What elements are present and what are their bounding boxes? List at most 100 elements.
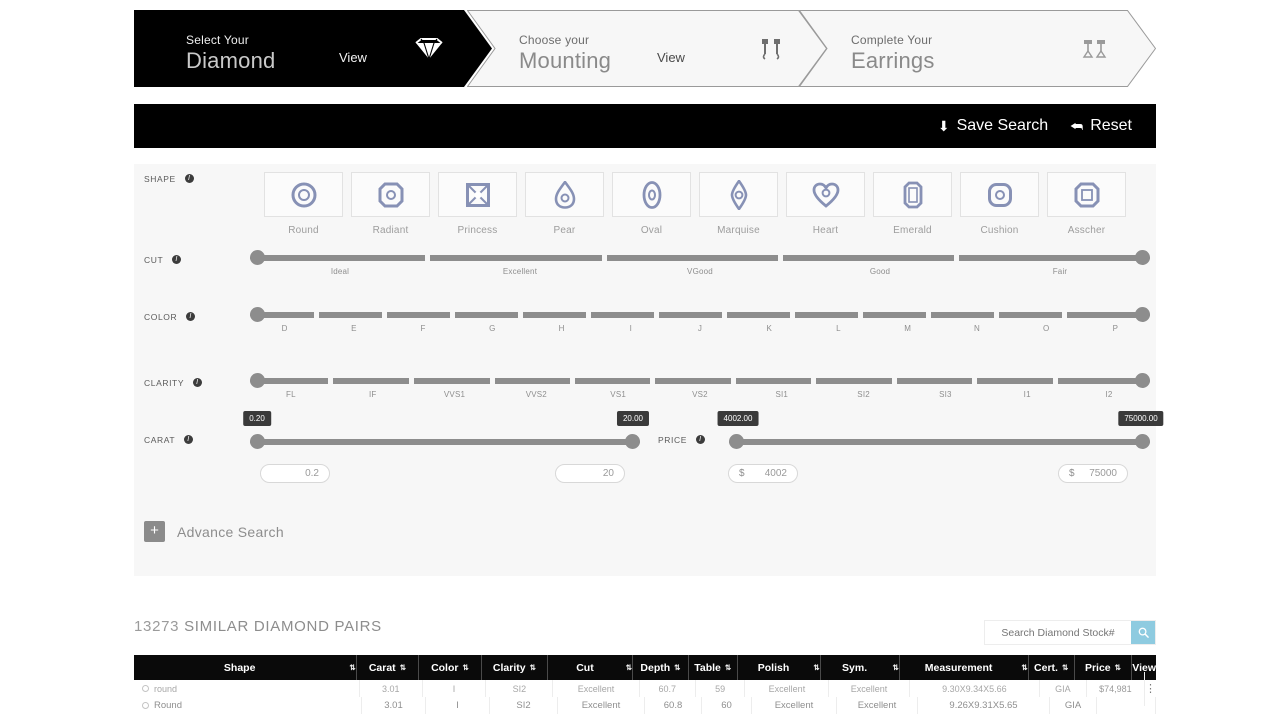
clarity-slider-max-handle[interactable] (1135, 373, 1150, 388)
step-1-title: Diamond (186, 47, 276, 73)
row-select-radio[interactable] (142, 702, 149, 709)
carat-slider-max-handle[interactable] (625, 434, 640, 449)
cut-slider-max-handle[interactable] (1135, 250, 1150, 265)
table-row[interactable]: Round 3.01 I SI2 Excellent 60.8 60 Excel… (134, 697, 1156, 714)
price-slider[interactable]: 4002.00 75000.00 (717, 411, 1164, 449)
step-select-diamond[interactable]: Select Your Diamond View (134, 10, 492, 87)
clarity-tick: SI2 (857, 390, 870, 399)
price-min-input[interactable]: $ 4002 (728, 464, 798, 483)
carat-min-bubble: 0.20 (243, 411, 271, 426)
sort-icon: ⇅ (349, 663, 356, 672)
clarity-tick: I2 (1105, 390, 1113, 399)
clarity-slider[interactable]: FL IF VVS1 VVS2 VS1 VS2 SI1 SI2 SI3 I1 I… (250, 373, 1150, 399)
shape-box (873, 172, 952, 217)
shape-option-pear[interactable]: Pear (525, 172, 604, 236)
sort-icon: ⇅ (724, 663, 732, 672)
color-tick: O (1042, 324, 1050, 333)
color-slider-max-handle[interactable] (1135, 307, 1150, 322)
column-header-measurement[interactable]: Measurement ⇅ (900, 655, 1029, 680)
results-title-text: SIMILAR DIAMOND PAIRS (184, 618, 382, 635)
clarity-slider-ticks: FL IF VVS1 VVS2 VS1 VS2 SI1 SI2 SI3 I1 I… (250, 390, 1150, 399)
color-tick: L (836, 324, 841, 333)
shape-box (438, 172, 517, 217)
price-max-input[interactable]: $ 75000 (1058, 464, 1128, 483)
shape-label: Oval (640, 225, 663, 236)
shape-box (1047, 172, 1126, 217)
row-select-radio[interactable] (142, 685, 149, 692)
shape-label: Princess (457, 225, 498, 236)
column-header-shape[interactable]: Shape ⇅ (134, 655, 357, 680)
shape-option-emerald[interactable]: Emerald (873, 172, 952, 236)
column-header-carat[interactable]: Carat ⇅ (357, 655, 420, 680)
carat-info-icon[interactable] (184, 434, 193, 445)
carat-slider[interactable]: 0.20 20.00 (243, 411, 650, 449)
column-header-color[interactable]: Color ⇅ (419, 655, 482, 680)
search-toolbar: ⬇ Save Search ⮪ Reset (134, 104, 1156, 148)
cut-slider-min-handle[interactable] (250, 250, 265, 265)
price-max-value: 75000 (1089, 468, 1117, 479)
cell-cut: Excellent (553, 680, 640, 697)
price-min-bubble: 4002.00 (717, 411, 759, 426)
cell-cut: Excellent (558, 697, 645, 714)
cut-info-icon[interactable] (172, 254, 182, 265)
step-choose-mounting[interactable]: Choose your Mounting View (467, 10, 827, 87)
column-header-depth[interactable]: Depth ⇅ (633, 655, 689, 680)
column-header-sym[interactable]: Sym. ⇅ (821, 655, 900, 680)
clarity-row-label: CLARITY (144, 377, 202, 388)
earrings-icon (1082, 37, 1108, 61)
shape-option-round[interactable]: Round (264, 172, 343, 236)
cut-row-label: CUT (144, 254, 182, 265)
cell-price (1097, 697, 1156, 714)
shape-option-heart[interactable]: Heart (786, 172, 865, 236)
cushion-shape-icon (987, 182, 1012, 207)
cell-shape[interactable]: Round (134, 697, 362, 714)
search-button[interactable] (1131, 621, 1155, 644)
color-slider-min-handle[interactable] (250, 307, 265, 322)
column-header-cert[interactable]: Cert. ⇅ (1029, 655, 1075, 680)
search-icon (1138, 627, 1149, 638)
carat-min-input[interactable]: 0.2 (260, 464, 330, 483)
cut-slider[interactable]: Ideal Excellent VGood Good Fair (250, 250, 1150, 276)
clarity-slider-divider (650, 378, 655, 384)
carat-slider-min-handle[interactable] (250, 434, 265, 449)
filter-panel: SHAPE Round Radiant Princess (134, 164, 1164, 576)
save-search-button[interactable]: ⬇ Save Search (938, 117, 1048, 135)
step-2-view-link[interactable]: View (657, 50, 685, 65)
color-slider-divider (926, 312, 931, 318)
table-row[interactable]: round 3.01 I SI2 Excellent 60.7 59 Excel… (134, 671, 1156, 706)
step-1-view-link[interactable]: View (339, 50, 367, 65)
column-header-polish[interactable]: Polish ⇅ (738, 655, 821, 680)
cut-tick: Excellent (502, 267, 538, 276)
step-complete-earrings[interactable]: Complete Your Earrings (799, 10, 1156, 87)
shape-option-princess[interactable]: Princess (438, 172, 517, 236)
sort-icon: ⇅ (625, 663, 633, 672)
carat-row-label: CARAT (144, 434, 193, 445)
price-info-icon[interactable] (695, 434, 705, 445)
clarity-info-icon[interactable] (192, 377, 202, 388)
price-slider-max-handle[interactable] (1135, 434, 1150, 449)
shape-info-icon[interactable] (184, 173, 194, 184)
sort-icon: ⇅ (1114, 663, 1121, 672)
color-info-icon[interactable] (186, 311, 196, 322)
search-input[interactable] (985, 621, 1131, 644)
shape-option-asscher[interactable]: Asscher (1047, 172, 1126, 236)
color-slider[interactable]: D E F G H I J K L M N O P (250, 307, 1150, 333)
shape-box (264, 172, 343, 217)
column-header-cut[interactable]: Cut ⇅ (548, 655, 634, 680)
shape-option-radiant[interactable]: Radiant (351, 172, 430, 236)
column-header-table[interactable]: Table ⇅ (689, 655, 738, 680)
shape-option-oval[interactable]: Oval (612, 172, 691, 236)
price-slider-min-handle[interactable] (729, 434, 744, 449)
cut-tick: VGood (687, 267, 713, 276)
advance-search-toggle[interactable]: + Advance Search (144, 521, 284, 542)
carat-max-input[interactable]: 20 (555, 464, 625, 483)
column-header-clarity[interactable]: Clarity ⇅ (482, 655, 549, 680)
cell-shape[interactable]: round (134, 680, 360, 697)
clarity-slider-min-handle[interactable] (250, 373, 265, 388)
shape-option-marquise[interactable]: Marquise (699, 172, 778, 236)
sort-icon: ⇅ (1021, 663, 1028, 672)
clarity-slider-divider (328, 378, 333, 384)
shape-option-cushion[interactable]: Cushion (960, 172, 1039, 236)
reset-button[interactable]: ⮪ Reset (1070, 117, 1132, 135)
step-3-title: Earrings (851, 47, 935, 73)
